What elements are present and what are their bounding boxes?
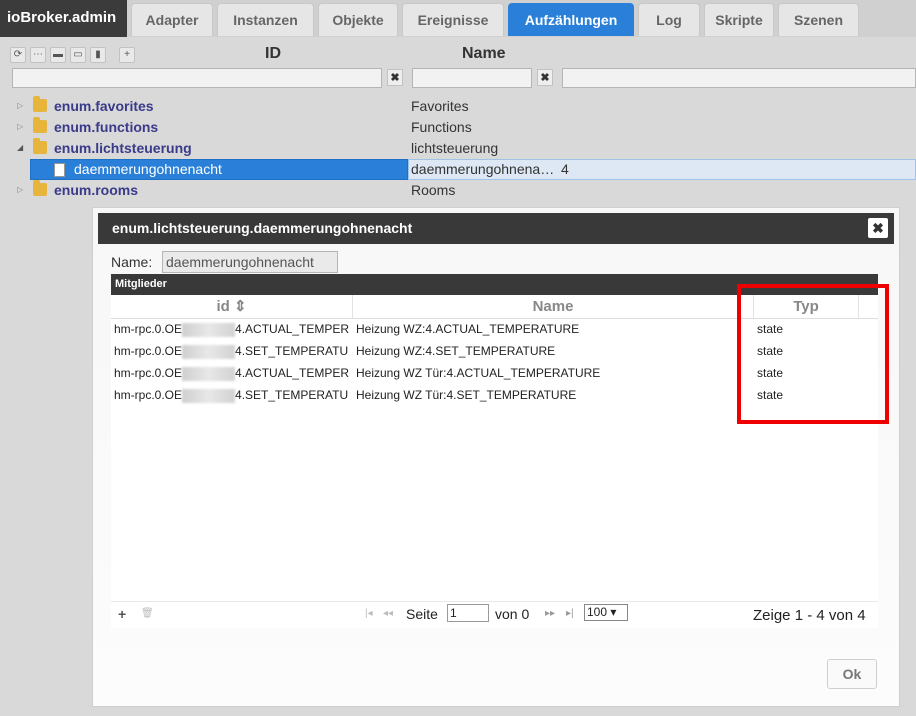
tree-row-name: Favorites — [411, 98, 469, 114]
expand-icon[interactable]: ▷ — [17, 122, 23, 131]
last-page-icon[interactable]: ▸| — [566, 608, 574, 619]
tree-row[interactable]: ◢ enum.lichtsteuerung lichtsteuerung — [0, 138, 916, 159]
tree-row-selected[interactable]: daemmerungohnenacht daemmerungohnena… 4 — [0, 159, 916, 180]
tab-objekte[interactable]: Objekte — [318, 3, 398, 36]
page-count: von 0 — [495, 606, 530, 622]
expand-icon[interactable]: ▷ — [17, 101, 23, 110]
add-member-icon[interactable]: + — [118, 606, 126, 622]
close-icon[interactable]: ✖ — [868, 218, 888, 238]
tab-instanzen[interactable]: Instanzen — [217, 3, 314, 36]
member-name: Heizung WZ:4.SET_TEMPERATURE — [356, 344, 556, 358]
records-summary: Zeige 1 - 4 von 4 — [753, 607, 866, 624]
tree-row-id: enum.favorites — [54, 98, 154, 114]
page-number-input[interactable]: 1 — [447, 604, 489, 622]
member-id: hm-rpc.0.OE 4.ACTUAL_TEMPER — [114, 366, 350, 381]
tree-row-id: daemmerungohnenacht — [74, 161, 222, 177]
clear-id-filter-icon[interactable]: ✖ — [387, 69, 403, 86]
refresh-icon[interactable]: ⟳ — [10, 47, 26, 63]
redacted-block — [182, 344, 236, 359]
expand-icon[interactable]: ▷ — [17, 185, 23, 194]
tree-row-id: enum.rooms — [54, 182, 139, 198]
member-id: hm-rpc.0.OE 4.ACTUAL_TEMPER — [114, 322, 350, 337]
column-header-name[interactable]: Name — [353, 295, 754, 318]
redacted-block — [182, 366, 236, 381]
id-filter-input[interactable] — [12, 68, 382, 88]
member-name: Heizung WZ Tür:4.ACTUAL_TEMPERATURE — [356, 366, 601, 380]
dialog-title-text: enum.lichtsteuerung.daemmerungohnenacht — [112, 220, 413, 236]
tree-row[interactable]: ▷ enum.rooms Rooms — [0, 180, 916, 201]
collapse-node-icon[interactable]: ◢ — [17, 143, 23, 152]
annotation-highlight-box — [737, 284, 889, 424]
page-label: Seite — [406, 606, 438, 622]
member-id: hm-rpc.0.OE 4.SET_TEMPERATU — [114, 344, 349, 359]
tree-row-name: lichtsteuerung — [411, 140, 499, 156]
tree-row-name: daemmerungohnena… — [411, 161, 555, 177]
redacted-block — [182, 322, 236, 337]
tree-row-name: Functions — [411, 119, 472, 135]
delete-member-icon[interactable]: 🗑 — [141, 608, 154, 619]
member-name: Heizung WZ:4.ACTUAL_TEMPERATURE — [356, 322, 580, 336]
tree-row[interactable]: ▷ enum.functions Functions — [0, 117, 916, 138]
collapse-icon[interactable]: ⋯ — [30, 47, 46, 63]
extra-filter-input[interactable] — [562, 68, 916, 88]
tab-ereignisse[interactable]: Ereignisse — [402, 3, 504, 36]
tab-szenen[interactable]: Szenen — [778, 3, 859, 36]
redacted-block — [182, 388, 236, 403]
name-filter-input[interactable] — [412, 68, 532, 88]
tab-aufzaehlungen[interactable]: Aufzählungen — [508, 3, 634, 36]
edit-icon[interactable]: ▮ — [90, 47, 106, 63]
folder-closed-icon[interactable]: ▬ — [50, 47, 66, 63]
tab-skripte[interactable]: Skripte — [704, 3, 774, 36]
enum-edit-dialog: enum.lichtsteuerung.daemmerungohnenacht … — [92, 207, 900, 707]
clear-name-filter-icon[interactable]: ✖ — [537, 69, 553, 86]
folder-icon — [33, 96, 47, 112]
tree-row-id: enum.functions — [54, 119, 159, 135]
page-size-select[interactable]: 100 ▾ — [584, 604, 628, 621]
folder-icon — [33, 180, 47, 196]
document-icon — [54, 163, 65, 177]
column-header-id[interactable]: id ⇕ — [111, 295, 353, 318]
column-header-id[interactable]: ID — [265, 45, 281, 63]
member-id: hm-rpc.0.OE 4.SET_TEMPERATU — [114, 388, 349, 403]
folder-open-icon — [33, 138, 47, 154]
tree-row-id: enum.lichtsteuerung — [54, 140, 192, 156]
tab-log[interactable]: Log — [638, 3, 700, 36]
name-field[interactable]: daemmerungohnenacht — [162, 251, 338, 273]
grid-pager: + 🗑 |◂ ◂◂ Seite 1 von 0 ▸▸ ▸| 100 ▾ Zeig… — [111, 601, 878, 628]
tree-row-name: Rooms — [411, 182, 456, 198]
dialog-title: enum.lichtsteuerung.daemmerungohnenacht … — [98, 213, 894, 244]
first-page-icon[interactable]: |◂ — [365, 608, 373, 619]
top-bar: ioBroker.admin Adapter Instanzen Objekte… — [0, 0, 916, 37]
app-title: ioBroker.admin — [0, 0, 127, 37]
tab-adapter[interactable]: Adapter — [131, 3, 213, 36]
add-icon[interactable]: + — [119, 47, 135, 63]
folder-icon — [33, 117, 47, 133]
prev-page-icon[interactable]: ◂◂ — [383, 608, 393, 619]
name-label: Name: — [111, 254, 153, 270]
column-header-name[interactable]: Name — [462, 45, 506, 63]
ok-button[interactable]: Ok — [827, 659, 877, 689]
next-page-icon[interactable]: ▸▸ — [545, 608, 555, 619]
tree-row-count: 4 — [561, 161, 569, 177]
folder-open-icon[interactable]: ▭ — [70, 47, 86, 63]
tree-row[interactable]: ▷ enum.favorites Favorites — [0, 96, 916, 117]
member-name: Heizung WZ Tür:4.SET_TEMPERATURE — [356, 388, 577, 402]
